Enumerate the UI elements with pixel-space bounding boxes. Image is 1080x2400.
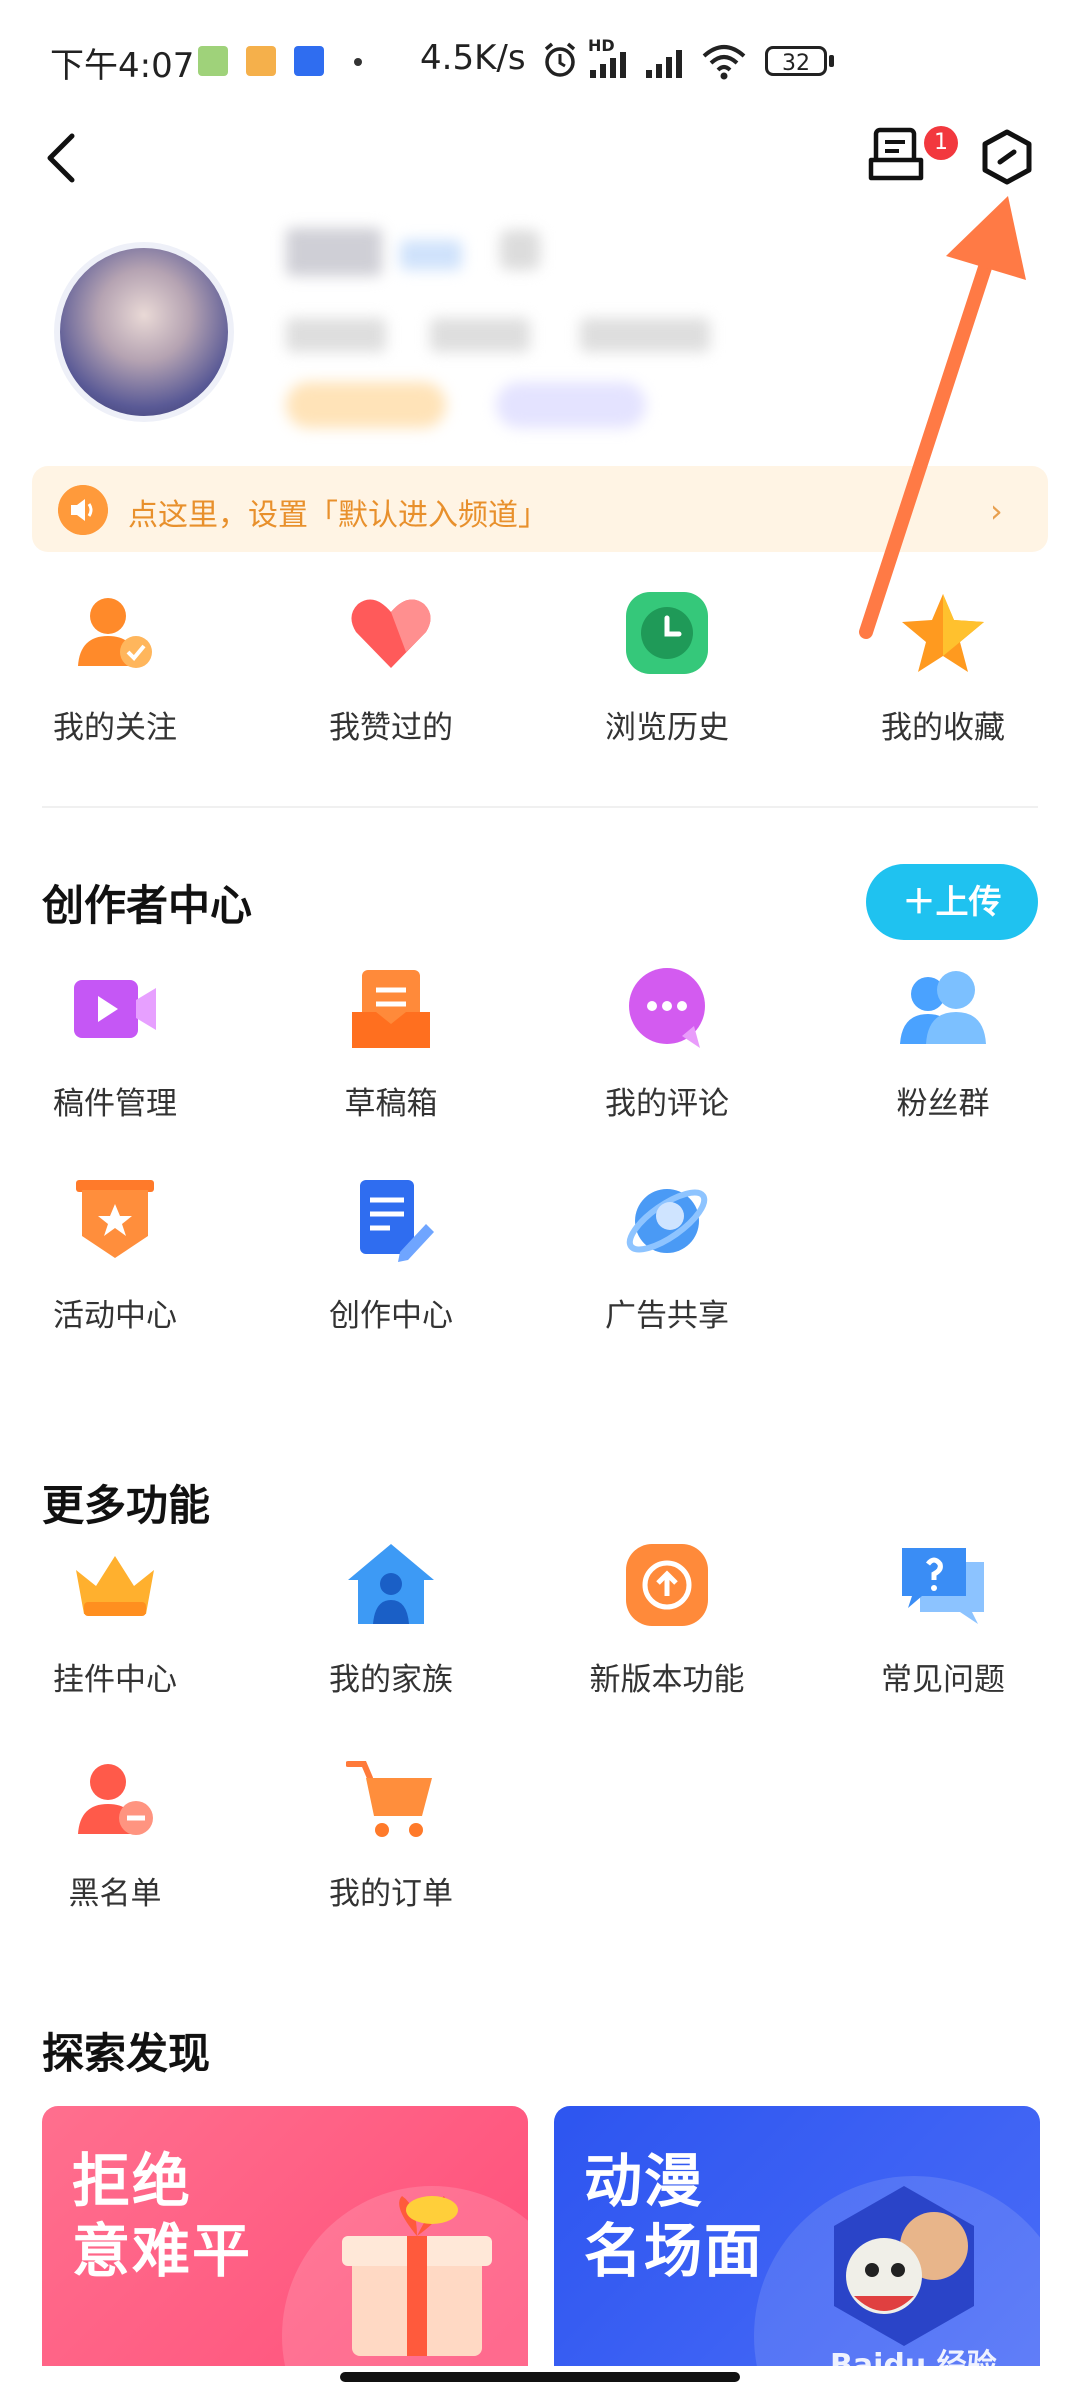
video-icon (74, 980, 156, 1038)
draft-box-icon (352, 970, 430, 1048)
inbox-icon[interactable] (868, 126, 924, 184)
planet-icon (626, 1189, 708, 1253)
home-indicator[interactable] (340, 2372, 740, 2382)
speaker-icon (58, 485, 108, 535)
quick-action-label: 我的关注 (53, 710, 177, 746)
level-tag-blurred (400, 240, 462, 270)
quick-action-label: 我的收藏 (881, 710, 1005, 746)
watermark: Baidu 经验 (830, 2348, 997, 2383)
explore-card[interactable]: 动漫 名场面 (554, 2106, 1040, 2366)
upgrade-icon (626, 1544, 708, 1626)
more-item-label: 我的家族 (329, 1662, 453, 1698)
app-notification-icon (198, 46, 228, 76)
creator-section-title: 创作者中心 (42, 881, 253, 930)
creator-item-label: 草稿箱 (344, 1086, 438, 1122)
upload-label: 上传 (935, 882, 1002, 921)
more-item-label: 新版本功能 (589, 1662, 745, 1698)
plus-icon: ＋ (902, 882, 936, 921)
battery-indicator: 32 (765, 46, 827, 76)
document-edit-icon (360, 1180, 434, 1262)
more-item-family[interactable]: 我的家族 (276, 1540, 506, 1699)
card-title-line1: 动漫 (584, 2147, 705, 2215)
more-item-orders[interactable]: 我的订单 (276, 1754, 506, 1913)
more-item-label: 我的订单 (329, 1876, 453, 1912)
creator-item-comments[interactable]: 我的评论 (552, 964, 782, 1123)
card-title-line2: 名场面 (584, 2217, 765, 2285)
more-item-faq[interactable]: 常见问题 (828, 1540, 1058, 1699)
creator-item-label: 创作中心 (329, 1298, 453, 1334)
coin-pill-blurred[interactable] (286, 382, 446, 428)
quick-action-liked[interactable]: 我赞过的 (276, 588, 506, 747)
card-title-line1: 拒绝 (72, 2147, 193, 2215)
more-dot-icon (354, 58, 362, 66)
battery-tip (829, 55, 834, 67)
divider (42, 806, 1038, 808)
more-item-pendant[interactable]: 挂件中心 (0, 1540, 230, 1699)
fans-group-icon (900, 971, 986, 1044)
explore-card[interactable]: 拒绝 意难平 (42, 2106, 528, 2366)
heart-icon (351, 599, 431, 668)
creator-item-creation[interactable]: 创作中心 (276, 1176, 506, 1335)
follow-count-blurred[interactable] (286, 318, 386, 352)
creator-item-ad-share[interactable]: 广告共享 (552, 1176, 782, 1335)
more-item-label: 常见问题 (881, 1662, 1005, 1698)
comment-icon (629, 968, 705, 1048)
status-time: 下午4:07 (50, 46, 195, 86)
upload-button[interactable]: ＋上传 (866, 864, 1038, 940)
lion-dance-illustration-icon (834, 2186, 974, 2346)
activity-badge-icon (76, 1180, 154, 1258)
hexagon-settings-icon[interactable] (978, 128, 1036, 186)
clock-icon (626, 592, 708, 674)
quick-action-follow[interactable]: 我的关注 (0, 588, 230, 747)
star-icon (902, 594, 984, 672)
more-item-label: 挂件中心 (53, 1662, 177, 1698)
message-badge: 1 (924, 126, 958, 160)
avatar[interactable] (54, 242, 234, 422)
alarm-icon (544, 42, 576, 77)
quick-action-history[interactable]: 浏览历史 (552, 588, 782, 747)
quick-action-favorites[interactable]: 我的收藏 (828, 588, 1058, 747)
gift-box-icon (342, 2196, 492, 2356)
crown-icon (76, 1556, 154, 1616)
user-block-icon (78, 1764, 153, 1835)
vip-pill-blurred[interactable] (496, 382, 646, 428)
creator-item-label: 活动中心 (53, 1298, 177, 1334)
question-chat-icon (902, 1548, 984, 1624)
more-item-label: 黑名单 (68, 1876, 162, 1912)
wifi-icon (702, 45, 746, 80)
card-title-line2: 意难平 (72, 2217, 253, 2285)
likes-count-blurred[interactable] (580, 318, 710, 352)
creator-item-fans-group[interactable]: 粉丝群 (828, 964, 1058, 1123)
banner-text: 点这里，设置「默认进入频道」 (128, 498, 548, 533)
family-house-icon (348, 1544, 434, 1624)
edit-icon[interactable] (500, 230, 540, 270)
creator-item-drafts[interactable]: 草稿箱 (276, 964, 506, 1123)
creator-item-manuscripts[interactable]: 稿件管理 (0, 964, 230, 1123)
more-item-blacklist[interactable]: 黑名单 (0, 1754, 230, 1913)
quick-action-label: 我赞过的 (329, 710, 453, 746)
quick-action-label: 浏览历史 (605, 710, 729, 746)
explore-section-title: 探索发现 (42, 2029, 211, 2078)
signal-icon (590, 52, 626, 78)
network-speed: 4.5K/s (420, 38, 526, 78)
username-blurred (286, 228, 382, 276)
signal-icon (646, 50, 682, 78)
chevron-right-icon: › (990, 492, 1003, 530)
creator-item-label: 我的评论 (605, 1086, 729, 1122)
creator-item-label: 广告共享 (605, 1298, 729, 1334)
status-bar: 下午4:07 4.5K/s HD 32 (0, 0, 1080, 120)
back-button[interactable] (38, 128, 82, 188)
cart-icon (345, 1761, 432, 1837)
creator-item-activity[interactable]: 活动中心 (0, 1176, 230, 1335)
more-item-new-version[interactable]: 新版本功能 (552, 1540, 782, 1699)
creator-item-label: 稿件管理 (53, 1086, 177, 1122)
user-check-icon (78, 598, 152, 668)
app-notification-icon (246, 46, 276, 76)
fans-count-blurred[interactable] (430, 318, 530, 352)
app-notification-icon (294, 46, 324, 76)
more-section-title: 更多功能 (42, 1481, 211, 1530)
creator-item-label: 粉丝群 (896, 1086, 990, 1122)
